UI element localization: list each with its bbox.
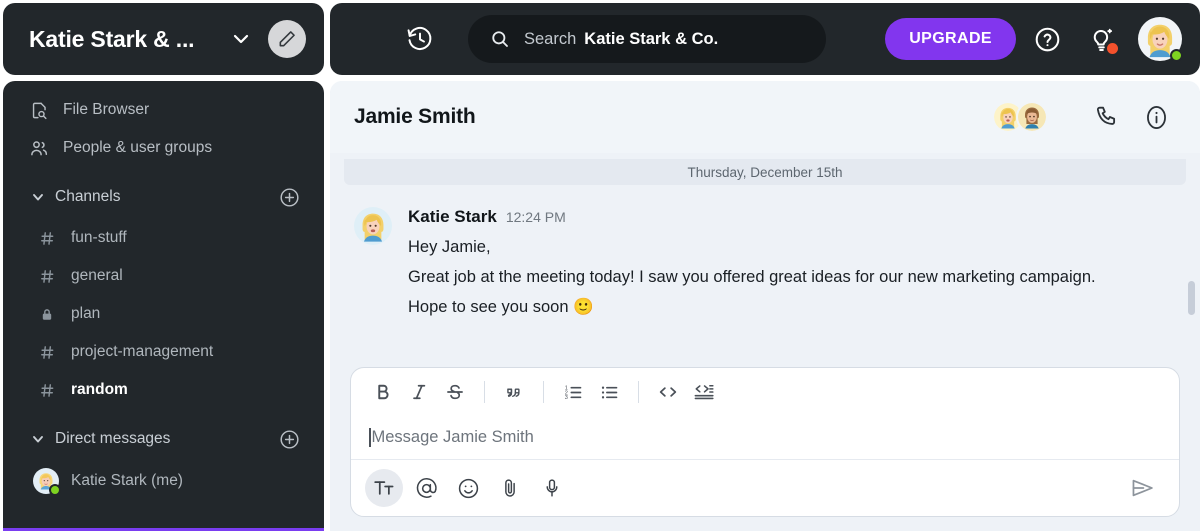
attachment-icon[interactable] (491, 469, 529, 507)
channel-item-fun-stuff[interactable]: fun-stuff (3, 219, 324, 257)
italic-icon[interactable] (401, 374, 437, 410)
message-timestamp: 12:24 PM (506, 209, 566, 225)
message-composer: 1 2 3 (350, 367, 1180, 517)
sidebar: File Browser People & user groups (3, 81, 324, 531)
question-circle-icon[interactable] (1024, 16, 1070, 62)
message-input-placeholder: Message Jamie Smith (372, 428, 534, 447)
code-block-icon[interactable] (686, 374, 722, 410)
search-scope: Katie Stark & Co. (584, 30, 718, 49)
section-header-channels[interactable]: Channels (3, 175, 324, 219)
day-divider: Thursday, December 15th (344, 159, 1186, 185)
emoji-icon[interactable] (449, 469, 487, 507)
channel-label: random (71, 381, 128, 399)
send-button[interactable] (1123, 468, 1163, 508)
avatar (33, 468, 59, 494)
section-title: Direct messages (55, 430, 170, 448)
channel-item-random[interactable]: random (3, 371, 324, 409)
text-cursor (369, 428, 371, 447)
presence-indicator (49, 484, 61, 496)
hash-icon (39, 267, 55, 285)
chevron-down-icon (29, 430, 47, 448)
user-avatar[interactable] (1138, 17, 1182, 61)
chevron-down-icon[interactable] (230, 28, 252, 50)
svg-text:3: 3 (564, 395, 567, 401)
chat-header: Jamie Smith (330, 81, 1200, 153)
notification-badge (1107, 43, 1118, 54)
avatar (354, 207, 392, 245)
phone-icon[interactable] (1084, 95, 1128, 139)
message-body: Katie Stark 12:24 PM Hey Jamie, Great jo… (408, 207, 1176, 322)
hash-icon (39, 343, 55, 361)
plus-circle-icon[interactable] (278, 186, 300, 208)
microphone-icon[interactable] (533, 469, 571, 507)
page-title: Jamie Smith (354, 105, 476, 129)
channel-label: general (71, 267, 123, 285)
top-bar: Search Katie Stark & Co. UPGRADE (330, 3, 1200, 75)
message-line: Hey Jamie, (408, 232, 1176, 262)
message-input[interactable]: Message Jamie Smith (351, 416, 1179, 460)
text-format-icon[interactable] (365, 469, 403, 507)
toolbar-divider (638, 381, 639, 403)
composer-action-bar (351, 460, 1179, 516)
people-icon (29, 138, 49, 158)
scrollbar-thumb[interactable] (1188, 281, 1195, 315)
main-panel: Jamie Smith (330, 81, 1200, 531)
bold-icon[interactable] (365, 374, 401, 410)
code-icon[interactable] (650, 374, 686, 410)
sidebar-item-label: File Browser (63, 101, 149, 119)
file-search-icon (29, 100, 49, 120)
presence-indicator (1170, 49, 1183, 62)
channel-label: project-management (71, 343, 213, 361)
search-icon (490, 29, 510, 49)
workspace-switcher[interactable]: Katie Stark & ... (3, 3, 324, 75)
toolbar-divider (484, 381, 485, 403)
ordered-list-icon[interactable]: 1 2 3 (555, 374, 591, 410)
sidebar-item-file-browser[interactable]: File Browser (3, 91, 324, 129)
strikethrough-icon[interactable] (437, 374, 473, 410)
channel-label: plan (71, 305, 100, 323)
lightbulb-sparkle-icon[interactable] (1078, 16, 1124, 62)
message-item: Katie Stark 12:24 PM Hey Jamie, Great jo… (330, 185, 1200, 322)
search-placeholder: Search (524, 30, 576, 49)
mention-icon[interactable] (407, 469, 445, 507)
toolbar-divider (543, 381, 544, 403)
channel-label: fun-stuff (71, 229, 127, 247)
chevron-down-icon (29, 188, 47, 206)
app-root: Katie Stark & ... (0, 0, 1200, 531)
compose-message-button[interactable] (268, 20, 306, 58)
dm-item-katie-stark[interactable]: Katie Stark (me) (3, 461, 324, 501)
workspace-name: Katie Stark & ... (29, 26, 194, 53)
message-list: Thursday, December 15th (330, 153, 1200, 359)
upgrade-button[interactable]: UPGRADE (885, 18, 1016, 60)
blockquote-icon[interactable] (496, 374, 532, 410)
channel-item-project-management[interactable]: project-management (3, 333, 324, 371)
composer-wrapper: 1 2 3 (330, 359, 1200, 531)
message-author: Katie Stark (408, 207, 497, 227)
sidebar-item-label: People & user groups (63, 139, 212, 157)
dm-label: Katie Stark (me) (71, 472, 183, 490)
section-title: Channels (55, 188, 121, 206)
lock-icon (39, 305, 55, 323)
info-circle-icon[interactable] (1134, 95, 1178, 139)
message-line: Great job at the meeting today! I saw yo… (408, 262, 1176, 292)
avatar (1016, 101, 1048, 133)
formatting-toolbar: 1 2 3 (351, 368, 1179, 416)
search-input[interactable]: Search Katie Stark & Co. (468, 15, 826, 63)
channel-item-general[interactable]: general (3, 257, 324, 295)
right-column: Search Katie Stark & Co. UPGRADE (330, 3, 1200, 531)
plus-circle-icon[interactable] (278, 428, 300, 450)
message-meta: Katie Stark 12:24 PM (408, 207, 1176, 227)
bullet-list-icon[interactable] (591, 374, 627, 410)
hash-icon (39, 229, 55, 247)
channel-item-plan[interactable]: plan (3, 295, 324, 333)
hash-icon (39, 381, 55, 399)
left-column: Katie Stark & ... (3, 3, 324, 531)
chat-header-actions (992, 95, 1178, 139)
sidebar-item-people-user-groups[interactable]: People & user groups (3, 129, 324, 167)
message-line: Hope to see you soon 🙂 (408, 292, 1176, 322)
history-icon[interactable] (392, 11, 448, 67)
member-avatars[interactable] (992, 101, 1048, 133)
section-header-direct-messages[interactable]: Direct messages (3, 417, 324, 461)
